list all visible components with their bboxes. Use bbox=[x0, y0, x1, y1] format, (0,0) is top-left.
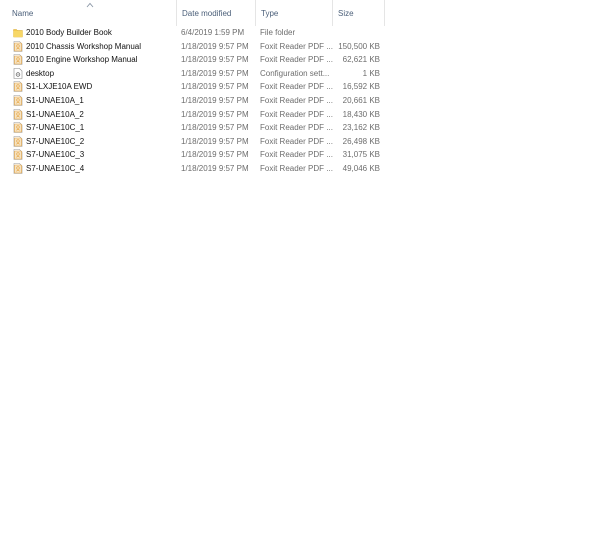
file-date-modified: 6/4/2019 1:59 PM bbox=[181, 28, 245, 37]
file-size: 31,075 KB bbox=[342, 150, 380, 160]
file-row[interactable]: S7-UNAE10C_1 1/18/2019 9:57 PM Foxit Reade… bbox=[10, 121, 390, 134]
file-type: File folder bbox=[260, 28, 296, 37]
file-size: 62,621 KB bbox=[342, 55, 380, 65]
file-name: S1-UNAE10A_1 bbox=[26, 96, 84, 105]
file-row[interactable]: 2010 Engine Workshop Manual 1/18/2019 9:5… bbox=[10, 53, 390, 66]
column-header-date-modified[interactable]: Date modified bbox=[176, 0, 255, 26]
file-type: Foxit Reader PDF ... bbox=[260, 55, 333, 65]
file-name: S7-UNAE10C_1 bbox=[26, 123, 85, 133]
pdf-file-icon bbox=[13, 40, 23, 52]
file-row[interactable]: desktop 1/18/2019 9:57 PM Configuration se… bbox=[10, 67, 390, 80]
settings-file-icon bbox=[13, 67, 23, 79]
file-name: 2010 Chassis Workshop Manual bbox=[26, 41, 142, 51]
file-type: Foxit Reader PDF ... bbox=[260, 109, 333, 119]
pdf-file-icon bbox=[13, 54, 23, 65]
file-type: Foxit Reader PDF ... bbox=[260, 164, 333, 173]
file-name: S7-UNAE10C_2 bbox=[26, 136, 85, 146]
file-name: S1-UNAE10A_2 bbox=[26, 109, 84, 119]
file-type: Foxit Reader PDF ... bbox=[260, 96, 333, 105]
file-size: 18,430 KB bbox=[342, 109, 380, 119]
file-size: 150,500 KB bbox=[338, 41, 380, 51]
pdf-file-icon bbox=[13, 149, 23, 161]
file-type: Foxit Reader PDF ... bbox=[260, 41, 333, 51]
pdf-file-icon bbox=[13, 108, 23, 120]
file-row[interactable]: 2010 Body Builder Book 6/4/2019 1:59 PM Fi… bbox=[10, 26, 390, 39]
file-name: S1-LXJE10A EWD bbox=[26, 82, 93, 92]
file-row[interactable]: S7-UNAE10C_3 1/18/2019 9:57 PM Foxit Reade… bbox=[10, 148, 390, 161]
file-row[interactable]: S7-UNAE10C_4 1/18/2019 9:57 PM Foxit Reade… bbox=[10, 162, 390, 175]
pdf-file-icon bbox=[13, 163, 23, 174]
file-row[interactable]: 2010 Chassis Workshop Manual 1/18/2019 9:… bbox=[10, 40, 390, 53]
file-row[interactable]: S1-UNAE10A_2 1/18/2019 9:57 PM Foxit Reade… bbox=[10, 108, 390, 121]
file-name: 2010 Engine Workshop Manual bbox=[26, 55, 138, 65]
file-type: Foxit Reader PDF ... bbox=[260, 123, 333, 133]
file-size: 1 KB bbox=[362, 68, 380, 78]
file-date-modified: 1/18/2019 9:57 PM bbox=[181, 41, 249, 51]
file-type: Foxit Reader PDF ... bbox=[260, 136, 333, 146]
file-size: 20,661 KB bbox=[342, 96, 380, 105]
file-size: 23,162 KB bbox=[342, 123, 380, 133]
file-date-modified: 1/18/2019 9:57 PM bbox=[181, 164, 249, 173]
file-size: 26,498 KB bbox=[342, 136, 380, 146]
column-header-bar: Name Date modified Type Size bbox=[0, 0, 600, 26]
pdf-file-icon bbox=[13, 95, 23, 106]
folder-icon bbox=[13, 27, 23, 38]
file-date-modified: 1/18/2019 9:57 PM bbox=[181, 55, 249, 65]
file-date-modified: 1/18/2019 9:57 PM bbox=[181, 96, 249, 105]
column-header-size[interactable]: Size bbox=[332, 0, 385, 26]
file-date-modified: 1/18/2019 9:57 PM bbox=[181, 68, 249, 78]
file-name: desktop bbox=[26, 68, 55, 78]
column-header-type[interactable]: Type bbox=[255, 0, 332, 26]
file-date-modified: 1/18/2019 9:57 PM bbox=[181, 109, 249, 119]
file-date-modified: 1/18/2019 9:57 PM bbox=[181, 123, 249, 133]
file-row[interactable]: S1-LXJE10A EWD 1/18/2019 9:57 PM Foxit Rea… bbox=[10, 80, 390, 93]
file-type: Foxit Reader PDF ... bbox=[260, 150, 333, 160]
file-size: 16,592 KB bbox=[342, 82, 380, 92]
file-name: S7-UNAE10C_3 bbox=[26, 150, 85, 160]
file-row[interactable]: S7-UNAE10C_2 1/18/2019 9:57 PM Foxit Reade… bbox=[10, 135, 390, 148]
file-name: S7-UNAE10C_4 bbox=[26, 164, 85, 173]
file-date-modified: 1/18/2019 9:57 PM bbox=[181, 150, 249, 160]
file-name: 2010 Body Builder Book bbox=[26, 28, 112, 37]
pdf-file-icon bbox=[13, 122, 23, 133]
pdf-file-icon bbox=[13, 81, 23, 93]
file-type: Foxit Reader PDF ... bbox=[260, 82, 333, 92]
file-type: Configuration sett... bbox=[260, 68, 330, 78]
file-date-modified: 1/18/2019 9:57 PM bbox=[181, 82, 249, 92]
file-row[interactable]: S1-UNAE10A_1 1/18/2019 9:57 PM Foxit Reade… bbox=[10, 94, 390, 107]
file-date-modified: 1/18/2019 9:57 PM bbox=[181, 136, 249, 146]
file-size: 49,046 KB bbox=[342, 164, 380, 173]
pdf-file-icon bbox=[13, 135, 23, 147]
column-header-name[interactable]: Name bbox=[7, 0, 176, 26]
